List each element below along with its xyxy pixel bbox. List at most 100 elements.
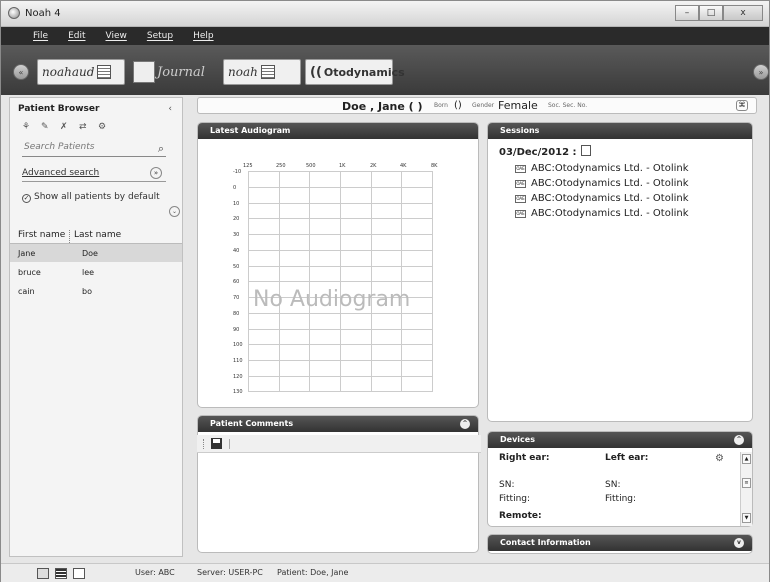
collapse-devices-icon[interactable]: ^ <box>734 435 744 445</box>
new-session-note-icon[interactable] <box>580 145 591 156</box>
advanced-search-link[interactable]: Advanced search » <box>22 167 166 182</box>
minimize-button[interactable]: – <box>675 5 699 21</box>
search-patients-input[interactable]: Search Patients ⌕ <box>22 142 166 157</box>
menu-edit[interactable]: Edit <box>68 31 85 41</box>
patient-row[interactable]: cain bo <box>10 282 182 300</box>
search-icon[interactable]: ⌕ <box>158 142 164 156</box>
gender-value: Female <box>498 99 538 112</box>
contact-information-title: Contact Information <box>500 538 591 547</box>
scroll-up-icon[interactable]: ▲ <box>742 454 751 464</box>
y-tick-label: 80 <box>233 311 240 317</box>
chevron-down-icon[interactable]: ⌄ <box>169 206 180 217</box>
y-tick-label: 10 <box>233 201 240 207</box>
x-tick-label: 2K <box>370 163 377 169</box>
checkmark-icon[interactable]: ✓ <box>22 194 31 203</box>
status-bar: User: ABC Server: USER-PC Patient: Doe, … <box>1 563 769 582</box>
status-server: Server: USER-PC <box>197 568 263 577</box>
print-icon[interactable]: ⌘ <box>736 100 748 111</box>
noahaud-label: noahaud <box>42 65 95 79</box>
patient-list-header: First name Last name <box>10 230 182 244</box>
menu-bar: File Edit View Setup Help <box>1 27 769 45</box>
patient-name: Doe , Jane ( ) <box>342 100 423 113</box>
no-audiogram-label: No Audiogram <box>253 287 411 312</box>
session-item[interactable]: OAE ABC:Otodynamics Ltd. - Otolink <box>515 193 689 204</box>
session-item[interactable]: OAE ABC:Otodynamics Ltd. - Otolink <box>515 178 689 189</box>
add-patient-icon[interactable]: ⚘ <box>22 122 36 133</box>
gender-label: Gender <box>472 102 495 109</box>
oae-icon: OAE <box>515 180 526 188</box>
patient-tools: ⚘ ✎ ✗ ⇄ ⚙ <box>22 122 112 133</box>
module-otodynamics[interactable]: (( Otodynamics <box>305 59 405 85</box>
modules-scroll-left-button[interactable]: « <box>13 64 29 80</box>
layout-grid-icon[interactable] <box>73 568 85 579</box>
modules-scroll-right-button[interactable]: » <box>753 64 769 80</box>
scroll-thumb[interactable]: ≡ <box>742 478 751 488</box>
left-ear-label: Left ear: <box>605 453 649 463</box>
session-item[interactable]: OAE ABC:Otodynamics Ltd. - Otolink <box>515 208 689 219</box>
y-tick-label: 40 <box>233 248 240 254</box>
latest-audiogram-header: Latest Audiogram <box>198 123 478 139</box>
column-last-name[interactable]: Last name <box>70 230 121 243</box>
session-item[interactable]: OAE ABC:Otodynamics Ltd. - Otolink <box>515 163 689 174</box>
menu-help[interactable]: Help <box>193 31 214 41</box>
y-tick-label: 90 <box>233 327 240 333</box>
right-fitting-label: Fitting: <box>499 494 531 504</box>
delete-patient-icon[interactable]: ✗ <box>60 122 74 133</box>
devices-title: Devices <box>500 435 535 444</box>
menu-setup[interactable]: Setup <box>147 31 173 41</box>
noah-window: Noah 4 – □ x File Edit View Setup Help «… <box>0 0 770 582</box>
otodynamics-label: Otodynamics <box>323 65 405 79</box>
layout-split-icon[interactable] <box>37 568 49 579</box>
right-sn-label: SN: <box>499 480 515 490</box>
session-date-label: 03/Dec/2012 : <box>499 147 577 158</box>
chevron-right-icon[interactable]: » <box>150 167 162 179</box>
sessions-header: Sessions <box>488 123 752 139</box>
search-placeholder: Search Patients <box>24 142 95 152</box>
save-icon[interactable] <box>211 438 222 449</box>
x-tick-label: 250 <box>276 163 286 169</box>
module-journal[interactable]: Journal <box>129 59 213 85</box>
collapse-comments-icon[interactable]: ^ <box>460 419 470 429</box>
layout-list-icon[interactable] <box>55 568 67 579</box>
column-first-name[interactable]: First name <box>10 230 70 243</box>
device-settings-icon[interactable]: ⚙ <box>715 453 724 464</box>
oae-icon: OAE <box>515 165 526 173</box>
patient-first-name: bruce <box>18 267 41 277</box>
x-tick-label: 125 <box>243 163 253 169</box>
patient-last-name: Doe <box>82 248 98 258</box>
noah-ear-label: noah <box>228 65 258 79</box>
session-item-label: ABC:Otodynamics Ltd. - Otolink <box>531 163 689 174</box>
patient-row[interactable]: bruce lee <box>10 263 182 281</box>
status-patient: Patient: Doe, Jane <box>277 568 349 577</box>
show-all-patients-checkbox[interactable]: ✓ Show all patients by default <box>22 192 160 203</box>
collapse-browser-button[interactable]: ‹ <box>168 104 172 114</box>
y-tick-label: 70 <box>233 295 240 301</box>
patient-comments-header: Patient Comments ^ <box>198 416 478 432</box>
module-toolbar: « noahaud Journal noah (( Otodynamics » <box>1 45 769 95</box>
oae-icon: OAE <box>515 210 526 218</box>
patient-first-name: cain <box>18 286 35 296</box>
x-tick-label: 8K <box>431 163 438 169</box>
right-ear-label: Right ear: <box>499 453 550 463</box>
status-user: User: ABC <box>135 568 175 577</box>
merge-patient-icon[interactable]: ⇄ <box>79 122 93 133</box>
module-noahaud[interactable]: noahaud <box>37 59 125 85</box>
close-button[interactable]: x <box>723 5 763 21</box>
patient-settings-icon[interactable]: ⚙ <box>98 122 112 133</box>
contact-information-header: Contact Information v <box>488 535 752 551</box>
patient-row[interactable]: Jane Doe <box>10 244 182 262</box>
devices-scrollbar[interactable]: ▲ ≡ ▼ <box>740 452 752 526</box>
y-tick-label: 50 <box>233 264 240 270</box>
window-title: Noah 4 <box>25 8 61 19</box>
scroll-down-icon[interactable]: ▼ <box>742 513 751 523</box>
module-noah-ear[interactable]: noah <box>223 59 301 85</box>
patient-last-name: bo <box>82 286 92 296</box>
maximize-button[interactable]: □ <box>699 5 723 21</box>
edit-patient-icon[interactable]: ✎ <box>41 122 55 133</box>
menu-view[interactable]: View <box>106 31 127 41</box>
patient-last-name: lee <box>82 267 95 277</box>
session-date: 03/Dec/2012 : <box>499 145 591 158</box>
audiogram-grid <box>248 171 433 392</box>
menu-file[interactable]: File <box>33 31 48 41</box>
expand-contact-icon[interactable]: v <box>734 538 744 548</box>
